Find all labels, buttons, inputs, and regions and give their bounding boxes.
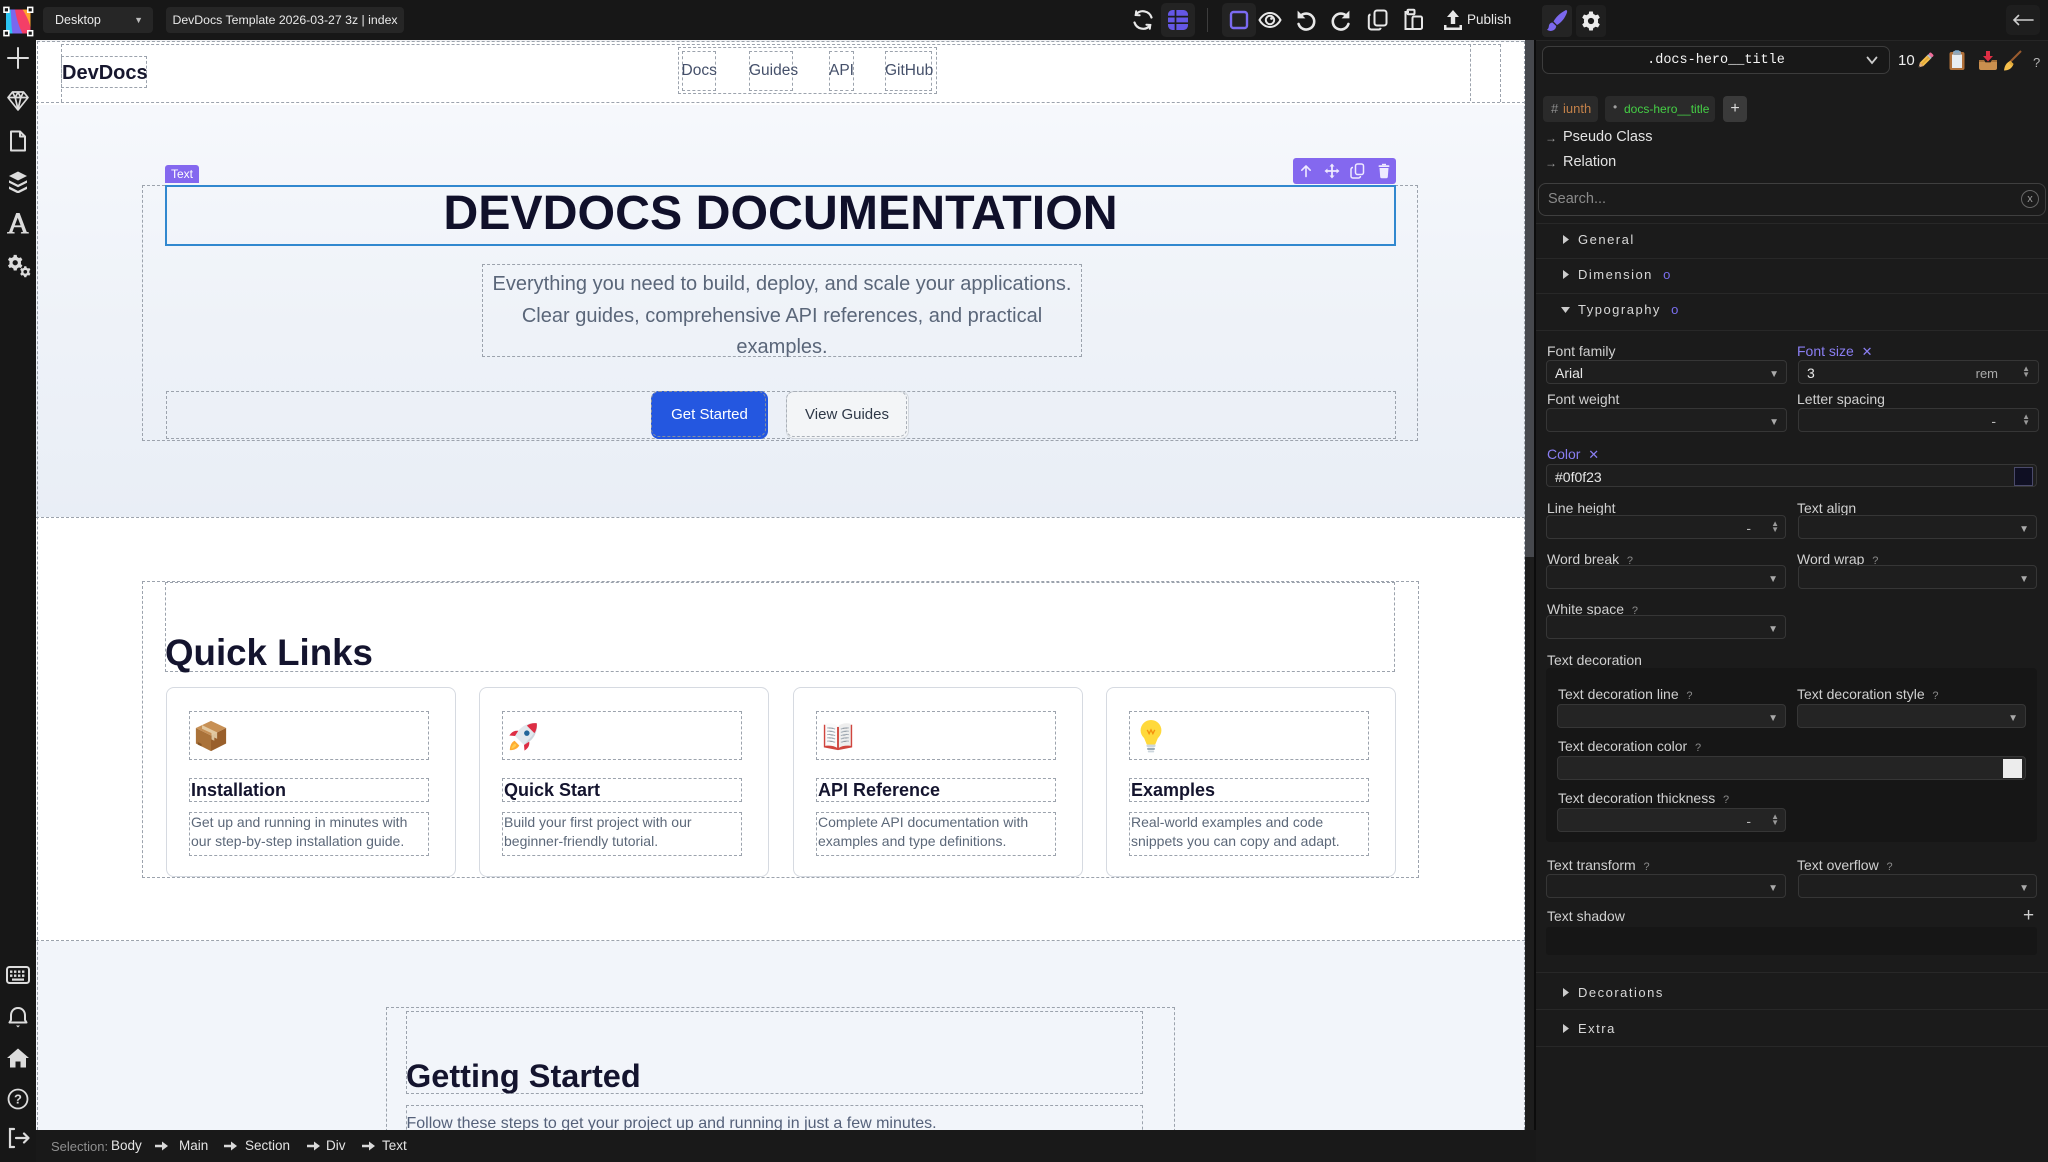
svg-text:?: ? (14, 1092, 22, 1107)
